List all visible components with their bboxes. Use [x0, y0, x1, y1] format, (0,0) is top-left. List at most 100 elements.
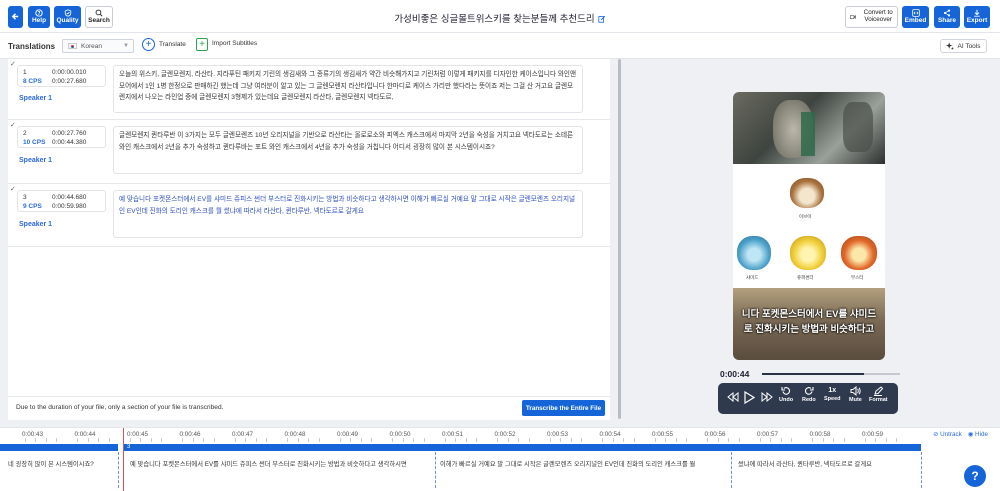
timeline-minor-tick [497, 438, 498, 442]
timeline-minor-tick [476, 438, 477, 442]
timeline-minor-tick [108, 438, 110, 442]
timeline-segment-bar[interactable] [0, 444, 118, 451]
segment-end-time[interactable]: 0:00:59.980 [52, 203, 86, 210]
embed-button[interactable]: Embed [902, 6, 929, 28]
clip-divider[interactable] [118, 452, 119, 488]
timeline-minor-tick [24, 438, 26, 442]
segment-start-time[interactable]: 0:00:00.010 [52, 69, 86, 76]
speed-button[interactable]: 1x Speed [824, 386, 841, 402]
download-icon [974, 10, 980, 17]
timeline-clip[interactable]: 이해가 빠르실 거예요 말 그대로 시작은 글렌모렌즈 오리지널인 EV인데 진… [440, 459, 725, 468]
timeline-minor-tick [98, 438, 99, 442]
segment-text[interactable]: 글렌모렌지 퀸타루반 이 3가지는 모두 글렌모렌즈 10년 오리지널을 기반으… [113, 126, 583, 174]
timeline-playhead[interactable] [123, 428, 124, 491]
timeline-minor-tick [528, 438, 530, 442]
pokemon-name: 부스터 [851, 275, 864, 280]
check-icon[interactable]: ✓ [10, 60, 16, 68]
playback-progress: 0:00:44 [720, 369, 900, 379]
language-select[interactable]: Korean ▼ [62, 39, 134, 53]
timeline-minor-tick [675, 438, 677, 442]
timeline-minor-tick [161, 438, 162, 442]
timeline-minor-tick [255, 438, 257, 442]
share-label: Share [937, 17, 957, 25]
undo-icon [781, 387, 791, 395]
timeline-minor-tick [665, 438, 666, 442]
timeline-minor-tick [738, 438, 740, 442]
timeline-tick-label: 0:00:55 [652, 431, 674, 438]
segment-number: 2 [23, 130, 27, 137]
undo-label: Undo [779, 397, 794, 403]
untrack-toggle[interactable]: ⊘ Untrack [933, 431, 962, 438]
mute-button[interactable]: Mute [849, 386, 862, 403]
segment-text[interactable]: 오늘의 위스키, 글렌모렌지, 라산타. 지라푸틴 패키지 기린의 생김새와 그… [113, 65, 583, 113]
redo-button[interactable]: Redo [802, 386, 816, 403]
timeline-minor-tick [371, 438, 372, 442]
timeline-clip[interactable]: 예 맞습니다 포켓몬스터에서 EV를 샤미드 쥬피스 썬더 부스터로 진화시키는… [130, 459, 430, 468]
translate-button[interactable]: + Translate [142, 38, 186, 51]
import-subtitles-button[interactable]: + Import Subtitles [196, 38, 257, 51]
video-preview[interactable]: 이브이 샤미드 쥬피썬더 부스터 니다 포켓몬스터에서 EV를 샤미드 로 진화… [733, 92, 885, 360]
undo-button[interactable]: Undo [779, 386, 793, 403]
edit-icon[interactable] [597, 15, 606, 26]
segment-row[interactable]: ✓ 2 10 CPS 0:00:27.760 0:00:44.380 Speak… [8, 120, 610, 184]
check-icon[interactable]: ✓ [10, 185, 16, 193]
timeline-tick-label: 0:00:53 [547, 431, 569, 438]
clip-divider[interactable] [921, 452, 922, 488]
timeline-segment-bar-active[interactable]: 3 [124, 444, 921, 451]
rewind-icon [727, 392, 739, 402]
hide-toggle[interactable]: ◉ Hide [968, 431, 988, 438]
pokemon-name: 쥬피썬더 [797, 275, 814, 280]
segment-start-time[interactable]: 0:00:27.760 [52, 130, 86, 137]
export-label: Export [966, 17, 988, 25]
convert-to-voiceover-button[interactable]: Convert to Voiceover [845, 6, 898, 28]
timeline-minor-tick [465, 438, 467, 442]
timeline-ruler[interactable]: 0:00:43 0:00:44 0:00:45 0:00:46 0:00:47 0:00:… [0, 428, 1000, 442]
share-button[interactable]: Share [934, 6, 960, 28]
segment-number: 3 [23, 194, 27, 201]
timeline-minor-tick [518, 438, 519, 442]
speaker-label[interactable]: Speaker 1 [19, 157, 52, 164]
timeline-minor-tick [885, 438, 887, 442]
share-icon [943, 9, 951, 17]
segment-end-time[interactable]: 0:00:27.680 [52, 78, 86, 85]
play-button[interactable] [744, 391, 755, 405]
sparkle-icon [946, 42, 955, 50]
segment-cps: 9 CPS [23, 203, 42, 210]
timeline-minor-tick [570, 438, 572, 442]
timeline-minor-tick [822, 438, 824, 442]
format-button[interactable]: Format [869, 386, 888, 403]
segment-scrollbar[interactable] [618, 59, 621, 419]
segment-meta: 3 9 CPS 0:00:44.680 0:00:59.980 [17, 190, 106, 212]
timeline-clip[interactable]: 썼냐에 따라서 라산타, 퀸타루반, 넥타도르로 갈게요 [738, 459, 918, 468]
export-button[interactable]: Export [964, 6, 990, 28]
timeline-minor-tick [287, 438, 288, 442]
timeline-tick-label: 0:00:43 [22, 431, 44, 438]
current-time: 0:00:44 [720, 369, 750, 379]
timeline-minor-tick [875, 438, 876, 442]
timeline-minor-tick [402, 438, 404, 442]
segment-row[interactable]: ✓ 1 8 CPS 0:00:00.010 0:00:27.680 Speake… [8, 59, 610, 120]
fast-forward-button[interactable] [761, 392, 773, 403]
transcribe-entire-file-button[interactable]: Transcribe the Entire File [522, 400, 605, 416]
timeline-minor-tick [87, 438, 89, 442]
import-file-icon: + [196, 38, 208, 51]
timeline-clip[interactable]: 네 굉장히 많이 본 시스템이시죠? [8, 459, 116, 468]
segment-row-active[interactable]: ✓ 3 9 CPS 0:00:44.680 0:00:59.980 Speake… [8, 184, 610, 247]
segment-meta: 2 10 CPS 0:00:27.760 0:00:44.380 [17, 126, 106, 148]
speaker-label[interactable]: Speaker 1 [19, 95, 52, 102]
segment-text[interactable]: 예 맞습니다 포켓몬스터에서 EV를 샤미드 쥬피스 썬더 부스터로 진화시키는… [113, 190, 583, 238]
check-icon[interactable]: ✓ [10, 121, 16, 129]
clip-divider[interactable] [435, 452, 436, 488]
timeline-minor-tick [633, 438, 635, 442]
help-chat-button[interactable]: ? [964, 465, 986, 487]
project-title-text: 가성비좋은 싱글몰트위스키를 찾는분들께 추천드리 [394, 14, 595, 25]
segment-start-time[interactable]: 0:00:44.680 [52, 194, 86, 201]
speaker-label[interactable]: Speaker 1 [19, 221, 52, 228]
clip-divider[interactable] [731, 452, 732, 488]
ai-tools-button[interactable]: AI Tools [940, 39, 987, 53]
timeline-minor-tick [707, 438, 708, 442]
timeline-minor-tick [213, 438, 215, 442]
segment-end-time[interactable]: 0:00:44.380 [52, 139, 86, 146]
rewind-button[interactable] [727, 392, 739, 403]
progress-track[interactable] [762, 373, 900, 375]
